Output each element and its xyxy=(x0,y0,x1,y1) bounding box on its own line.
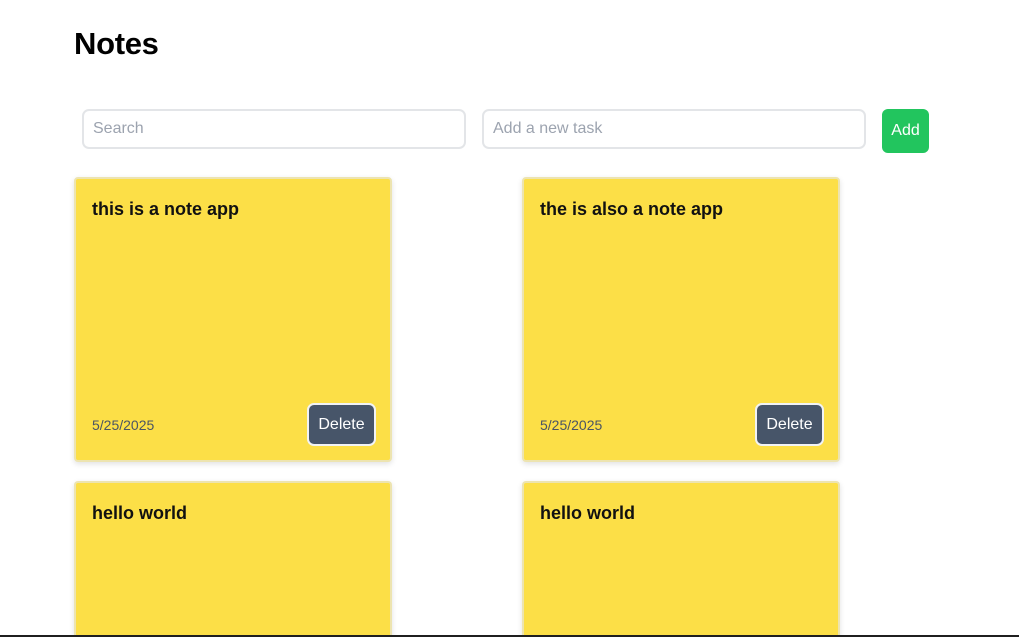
delete-button[interactable]: Delete xyxy=(307,403,376,446)
page-title: Notes xyxy=(74,26,159,61)
note-date: 5/25/2025 xyxy=(92,417,155,433)
note-card: this is a note app 5/25/2025 Delete xyxy=(74,177,392,462)
notes-page: Notes Add this is a note app 5/25/2025 D… xyxy=(0,0,1019,637)
note-text: hello world xyxy=(540,503,636,523)
new-task-input[interactable] xyxy=(482,109,866,149)
note-card: the is also a note app 5/25/2025 Delete xyxy=(522,177,840,462)
note-card: hello world xyxy=(74,481,392,637)
search-input[interactable] xyxy=(82,109,466,149)
note-text: the is also a note app xyxy=(540,199,724,219)
note-text: hello world xyxy=(92,503,188,523)
toolbar: Add xyxy=(82,109,930,153)
delete-button[interactable]: Delete xyxy=(755,403,824,446)
note-card: hello world xyxy=(522,481,840,637)
add-button[interactable]: Add xyxy=(882,109,929,153)
note-date: 5/25/2025 xyxy=(540,417,603,433)
note-text: this is a note app xyxy=(92,199,240,219)
